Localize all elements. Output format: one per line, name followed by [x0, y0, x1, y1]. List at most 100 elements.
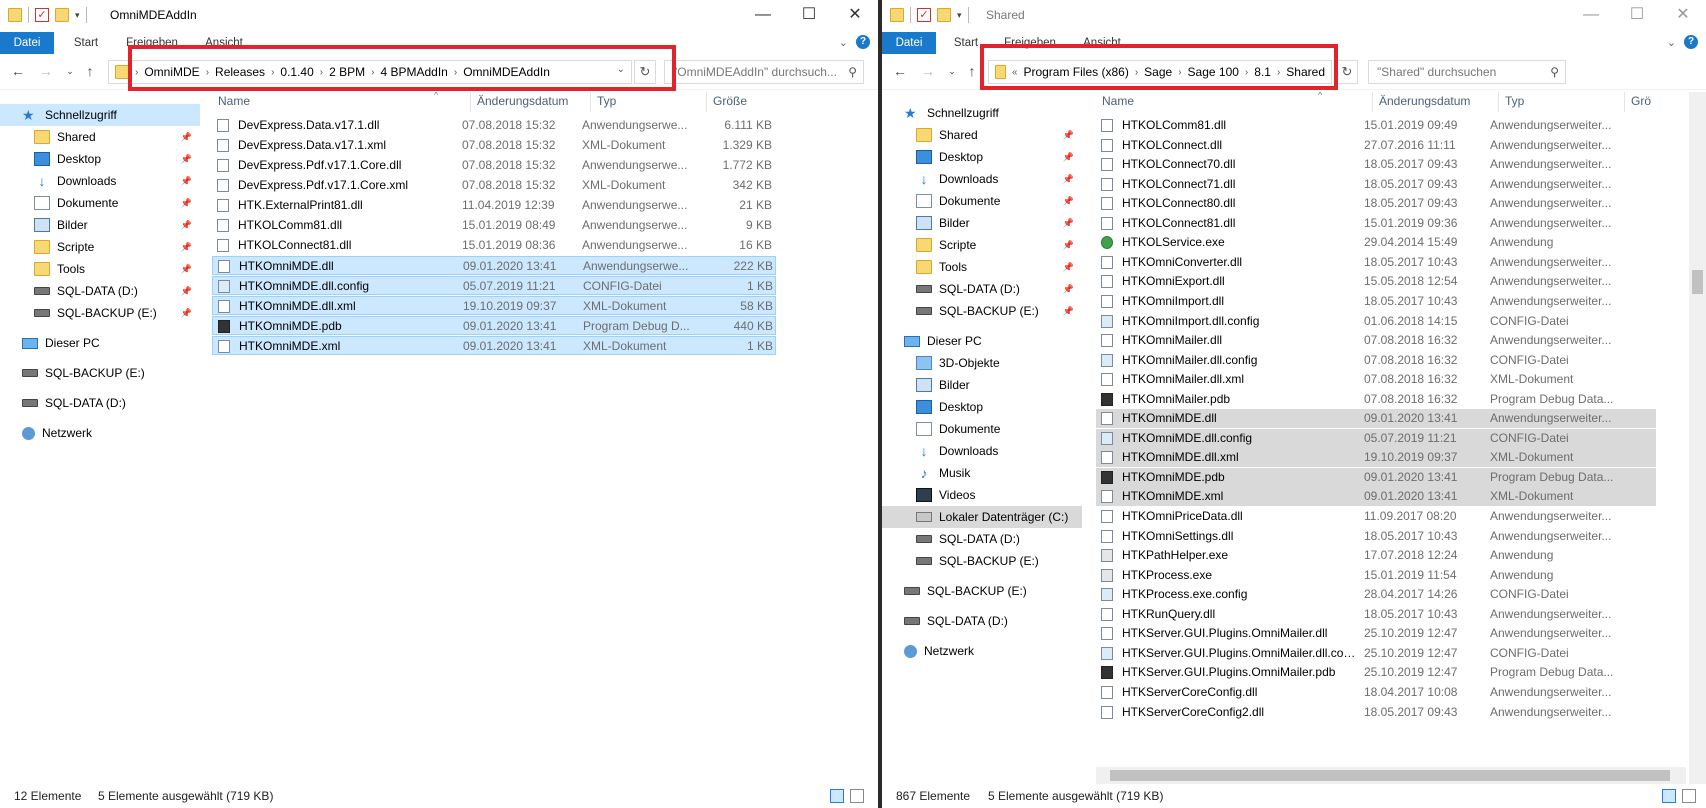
- table-row[interactable]: HTKOLService.exe 29.04.2014 15:49 Anwendun…: [1096, 233, 1656, 252]
- forward-icon[interactable]: →: [918, 63, 938, 79]
- sidebar-item[interactable]: Lokaler Datenträger (C:): [882, 506, 1082, 528]
- table-row[interactable]: HTKOmniConverter.dll 18.05.2017 10:43 Anwe…: [1096, 253, 1656, 272]
- back-icon[interactable]: ←: [890, 63, 910, 79]
- sidebar-item[interactable]: SQL-BACKUP (E:) 📌: [0, 302, 200, 324]
- table-row[interactable]: HTKProcess.exe 15.01.2019 11:54 Anwendung: [1096, 566, 1656, 585]
- table-row[interactable]: HTKOmniMDE.dll 09.01.2020 13:41 Anwendungs…: [212, 256, 776, 275]
- sidebar-item[interactable]: Desktop: [882, 396, 1082, 418]
- sidebar-item[interactable]: Bilder 📌: [0, 214, 200, 236]
- address-bar[interactable]: › OmniMDE › Releases › 0.1.40 › 2 BPM › …: [108, 60, 632, 84]
- pin-icon[interactable]: 📌: [181, 198, 192, 209]
- search-input[interactable]: "OmniMDEAddIn" durchsuch... ⚲: [664, 60, 864, 84]
- breadcrumb-item[interactable]: OmniMDE: [144, 65, 199, 79]
- sidebar-item[interactable]: SQL-BACKUP (E:): [882, 550, 1082, 572]
- sidebar-item[interactable]: Netzwerk: [0, 422, 200, 444]
- table-row[interactable]: DevExpress.Data.v17.1.xml 07.08.2018 15:3…: [212, 136, 776, 155]
- table-row[interactable]: HTKOmniMDE.pdb 09.01.2020 13:41 Program De…: [212, 316, 776, 335]
- close-button[interactable]: ✕: [1660, 0, 1706, 30]
- recent-locations-icon[interactable]: ⌄: [942, 66, 962, 77]
- scrollbar-thumb[interactable]: [1110, 770, 1670, 781]
- pin-icon[interactable]: 📌: [181, 264, 192, 275]
- sidebar-item[interactable]: Scripte 📌: [882, 234, 1082, 256]
- table-row[interactable]: HTKOmniMailer.pdb 07.08.2018 16:32 Program…: [1096, 390, 1656, 409]
- sidebar-item[interactable]: SQL-BACKUP (E:): [0, 362, 200, 384]
- sidebar-item[interactable]: SQL-DATA (D:) 📌: [0, 280, 200, 302]
- maximize-button[interactable]: ☐: [786, 0, 832, 30]
- column-header-type[interactable]: Typ: [1498, 92, 1624, 112]
- table-row[interactable]: HTKOLConnect81.dll 15.01.2019 08:36 Anwend…: [212, 236, 776, 255]
- maximize-button[interactable]: ☐: [1614, 0, 1660, 30]
- table-row[interactable]: HTKOmniMDE.dll.config 05.07.2019 11:21 CON…: [1096, 428, 1656, 448]
- pin-icon[interactable]: 📌: [1063, 306, 1074, 317]
- sidebar-item[interactable]: Dokumente: [882, 418, 1082, 440]
- horizontal-scrollbar[interactable]: [1096, 767, 1686, 784]
- refresh-button[interactable]: ↻: [1336, 60, 1358, 84]
- sidebar-item[interactable]: SQL-DATA (D:): [0, 392, 200, 414]
- table-row[interactable]: HTKPathHelper.exe 17.07.2018 12:24 Anwendu…: [1096, 546, 1656, 565]
- tab-freigeben[interactable]: Freigeben: [122, 32, 182, 54]
- sidebar-item[interactable]: SQL-BACKUP (E:): [882, 580, 1082, 602]
- tab-ansicht[interactable]: Ansicht: [1078, 32, 1126, 54]
- sidebar-item[interactable]: ♪ Musik: [882, 462, 1082, 484]
- table-row[interactable]: HTKServer.GUI.Plugins.OmniMailer.dll.con…: [1096, 644, 1656, 663]
- table-row[interactable]: HTKOLConnect70.dll 18.05.2017 09:43 Anwend…: [1096, 155, 1656, 174]
- sidebar-item[interactable]: ↓ Downloads 📌: [882, 168, 1082, 190]
- customize-toolbar-icon[interactable]: ▾: [957, 10, 962, 21]
- help-icon[interactable]: ?: [1684, 35, 1698, 49]
- refresh-button[interactable]: ↻: [634, 60, 656, 84]
- sidebar-item[interactable]: Bilder 📌: [882, 212, 1082, 234]
- breadcrumb-item[interactable]: Releases: [215, 65, 265, 79]
- sidebar-item[interactable]: Tools 📌: [0, 258, 200, 280]
- table-row[interactable]: HTKOLComm81.dll 15.01.2019 09:49 Anwendung…: [1096, 116, 1656, 135]
- table-row[interactable]: HTKOmniExport.dll 15.05.2018 12:54 Anwendu…: [1096, 272, 1656, 291]
- customize-toolbar-icon[interactable]: ▾: [75, 10, 80, 21]
- chevron-right-icon[interactable]: ›: [1135, 67, 1138, 78]
- column-header-date[interactable]: Änderungsdatum: [1372, 92, 1498, 112]
- tab-freigeben[interactable]: Freigeben: [1000, 32, 1060, 54]
- table-row[interactable]: DevExpress.Pdf.v17.1.Core.dll 07.08.2018 …: [212, 156, 776, 175]
- large-icons-view-icon[interactable]: [1682, 789, 1696, 803]
- minimize-button[interactable]: —: [740, 0, 786, 30]
- table-row[interactable]: HTKOLConnect.dll 27.07.2016 11:11 Anwendun…: [1096, 136, 1656, 155]
- pin-icon[interactable]: 📌: [1063, 262, 1074, 273]
- back-icon[interactable]: ←: [8, 63, 28, 79]
- sidebar-item[interactable]: Scripte 📌: [0, 236, 200, 258]
- pin-icon[interactable]: 📌: [181, 132, 192, 143]
- sidebar-item[interactable]: ↓ Downloads 📌: [0, 170, 200, 192]
- table-row[interactable]: HTKOmniSettings.dll 18.05.2017 10:43 Anwen…: [1096, 527, 1656, 546]
- details-view-icon[interactable]: [1662, 789, 1676, 803]
- breadcrumb-item[interactable]: Sage 100: [1188, 65, 1239, 79]
- sidebar-item[interactable]: Tools 📌: [882, 256, 1082, 278]
- recent-locations-icon[interactable]: ⌄: [60, 66, 80, 77]
- table-row[interactable]: HTKOmniMailer.dll 07.08.2018 16:32 Anwendu…: [1096, 331, 1656, 350]
- close-button[interactable]: ✕: [832, 0, 878, 30]
- help-icon[interactable]: ?: [856, 35, 870, 49]
- chevron-right-icon[interactable]: ›: [454, 67, 457, 78]
- column-header-name[interactable]: Name: [1096, 92, 1372, 112]
- chevron-right-icon[interactable]: ›: [1178, 67, 1181, 78]
- table-row[interactable]: HTKOLConnect71.dll 18.05.2017 09:43 Anwend…: [1096, 175, 1656, 194]
- table-row[interactable]: HTKRunQuery.dll 18.05.2017 10:43 Anwendung…: [1096, 605, 1656, 624]
- new-folder-icon[interactable]: [55, 8, 69, 22]
- table-row[interactable]: HTK.ExternalPrint81.dll 11.04.2019 12:39 A…: [212, 196, 776, 215]
- expand-ribbon-icon[interactable]: ⌄: [839, 36, 848, 49]
- tab-datei[interactable]: Datei: [882, 32, 936, 54]
- column-header-date[interactable]: Änderungsdatum: [470, 92, 590, 112]
- sidebar-item[interactable]: ★ Schnellzugriff: [0, 104, 200, 126]
- table-row[interactable]: HTKServerCoreConfig.dll 18.04.2017 10:08 A…: [1096, 683, 1656, 702]
- breadcrumb-item[interactable]: 0.1.40: [280, 65, 313, 79]
- pin-icon[interactable]: 📌: [1063, 196, 1074, 207]
- new-folder-icon[interactable]: [937, 8, 951, 22]
- breadcrumb-item[interactable]: OmniMDEAddIn: [463, 65, 550, 79]
- properties-icon[interactable]: ✓: [35, 8, 49, 22]
- table-row[interactable]: DevExpress.Pdf.v17.1.Core.xml 07.08.2018 …: [212, 176, 776, 195]
- table-row[interactable]: HTKOmniMDE.dll 09.01.2020 13:41 Anwendungs…: [1096, 409, 1656, 429]
- chevron-down-icon[interactable]: ⌄: [617, 64, 625, 75]
- pin-icon[interactable]: 📌: [1063, 240, 1074, 251]
- table-row[interactable]: HTKOLConnect80.dll 18.05.2017 09:43 Anwend…: [1096, 194, 1656, 213]
- table-row[interactable]: HTKOmniMDE.dll.config 05.07.2019 11:21 CON…: [212, 276, 776, 295]
- sidebar-item[interactable]: Shared 📌: [882, 124, 1082, 146]
- chevron-right-icon[interactable]: ›: [206, 67, 209, 78]
- column-header-type[interactable]: Typ: [590, 92, 706, 112]
- breadcrumb-item[interactable]: Sage: [1144, 65, 1172, 79]
